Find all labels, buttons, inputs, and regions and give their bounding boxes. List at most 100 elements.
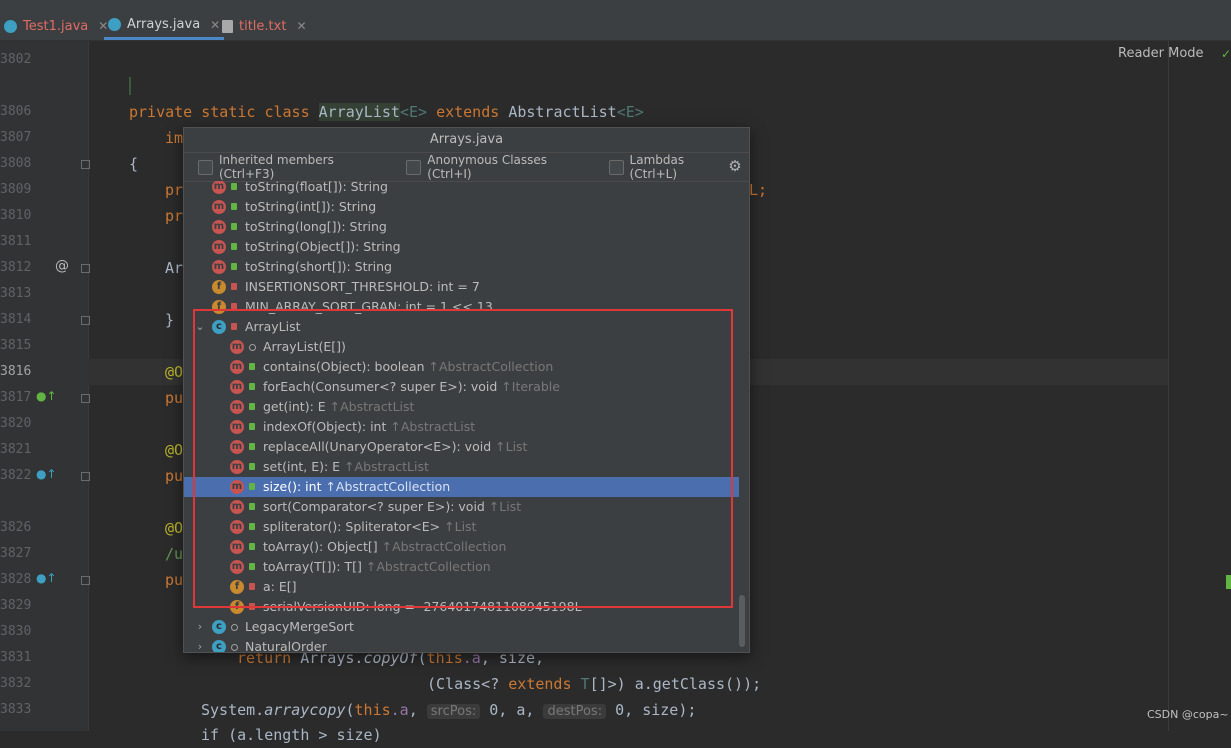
code-line-3833[interactable]: System.arraycopy(this.a, srcPos: 0, a, d… xyxy=(201,697,696,723)
fold-marker-icon[interactable] xyxy=(81,316,90,325)
public-access-icon xyxy=(249,403,255,410)
file-structure-popup[interactable]: Arrays.java Inherited members (Ctrl+F3) … xyxy=(183,127,750,653)
fold-marker-icon[interactable] xyxy=(81,160,90,169)
member-signature: ArrayList xyxy=(245,319,301,334)
method-icon: m xyxy=(230,540,244,554)
inherited-from: ↑AbstractCollection xyxy=(325,479,451,494)
inherited-from: ↑List xyxy=(488,499,522,514)
code-line-3827[interactable]: /u xyxy=(165,541,183,567)
code-token: ( xyxy=(345,701,355,719)
close-icon[interactable]: ✕ xyxy=(296,19,306,33)
tree-row[interactable]: m toString(short[]): String xyxy=(184,257,739,277)
tree-row[interactable]: m toString(int[]): String xyxy=(184,197,739,217)
tree-row[interactable]: m sort(Comparator<? super E>): void ↑List xyxy=(184,497,739,517)
reader-mode-button[interactable]: Reader Mode xyxy=(1118,46,1204,61)
member-signature: size(): int xyxy=(263,479,326,494)
tree-row[interactable]: f INSERTIONSORT_THRESHOLD: int = 7 xyxy=(184,277,739,297)
code-line-3809-tail[interactable]: L; xyxy=(749,177,767,203)
checkbox-box[interactable] xyxy=(406,159,422,175)
tab-test1-java[interactable]: Test1.java ✕ xyxy=(0,12,112,40)
tree-row[interactable]: f serialVersionUID: long = -2764017481108… xyxy=(184,597,739,617)
public-access-icon xyxy=(231,243,237,250)
tree-row[interactable]: m toString(Object[]): String xyxy=(184,237,739,257)
code-line-3806[interactable]: private static class ArrayList<E> extend… xyxy=(129,99,644,125)
code-line-3826[interactable]: @O xyxy=(165,515,183,541)
code-line-3816[interactable]: @O xyxy=(165,359,183,385)
line-number: 3812 xyxy=(0,260,32,275)
checkbox-label: Anonymous Classes (Ctrl+I) xyxy=(427,153,548,181)
tab-label: Test1.java xyxy=(23,18,89,34)
tree-row-label: toString(long[]): String xyxy=(245,217,387,237)
tree-row[interactable]: m get(int): E ↑AbstractList xyxy=(184,397,739,417)
code-line-3810[interactable]: pr xyxy=(165,203,183,229)
code-line-3821[interactable]: @O xyxy=(165,437,183,463)
public-access-icon xyxy=(231,223,237,230)
public-access-icon xyxy=(249,383,255,390)
tree-row[interactable]: m toArray(T[]): T[] ↑AbstractCollection xyxy=(184,557,739,577)
code-line-3812[interactable]: Ar xyxy=(165,255,183,281)
gear-icon[interactable]: ⚙ xyxy=(727,158,743,174)
tree-row[interactable]: ⌄ c ArrayList xyxy=(184,317,739,337)
annotation-at-icon[interactable]: @ xyxy=(55,258,69,274)
code-token: System. xyxy=(201,701,265,719)
tree-row[interactable]: m toArray(): Object[] ↑AbstractCollection xyxy=(184,537,739,557)
tree-row[interactable]: m size(): int ↑AbstractCollection xyxy=(184,477,739,497)
code-line-3832[interactable]: (Class<? extends T[]>) a.getClass()); xyxy=(427,671,761,697)
code-line-3834[interactable]: if (a.length > size) xyxy=(201,722,382,748)
fold-marker-icon[interactable] xyxy=(81,394,90,403)
chevron-right-icon[interactable]: › xyxy=(194,637,206,652)
chevron-down-icon[interactable]: ⌄ xyxy=(194,317,206,337)
inherited-from: ↑List xyxy=(444,519,477,534)
inherited-from: ↑AbstractList xyxy=(329,399,415,414)
tab-arrays-java[interactable]: Arrays.java ✕ xyxy=(104,12,225,40)
tree-row[interactable]: m indexOf(Object): int ↑AbstractList xyxy=(184,417,739,437)
public-access-icon xyxy=(249,543,255,550)
fold-marker-icon[interactable] xyxy=(81,472,90,481)
tree-row-label: sort(Comparator<? super E>): void ↑List xyxy=(263,497,521,517)
lambdas-checkbox[interactable]: Lambdas (Ctrl+L) xyxy=(608,153,735,181)
code-line-3808[interactable]: { xyxy=(129,151,138,177)
overrides-icon[interactable]: ●↑ xyxy=(36,467,57,481)
tree-row-label: ArrayList xyxy=(245,317,301,337)
scrollbar-thumb[interactable] xyxy=(739,595,745,647)
class-icon: c xyxy=(212,640,226,652)
code-line-3807[interactable]: im xyxy=(165,125,183,151)
implements-icon[interactable]: ●↑ xyxy=(36,389,57,403)
anonymous-classes-checkbox[interactable]: Anonymous Classes (Ctrl+I) xyxy=(406,153,594,181)
tree-row[interactable]: › c NaturalOrder xyxy=(184,637,739,652)
tree-row[interactable]: m set(int, E): E ↑AbstractList xyxy=(184,457,739,477)
inherited-members-checkbox[interactable]: Inherited members (Ctrl+F3) xyxy=(198,153,392,181)
caret-guide xyxy=(129,77,131,95)
tree-row[interactable]: m forEach(Consumer<? super E>): void ↑Ite… xyxy=(184,377,739,397)
package-access-icon xyxy=(231,644,238,651)
code-line-3828[interactable]: pu xyxy=(165,567,183,593)
code-line-3817[interactable]: pu xyxy=(165,385,183,411)
tree-row[interactable]: › c LegacyMergeSort xyxy=(184,617,739,637)
tree-row[interactable]: m toString(long[]): String xyxy=(184,217,739,237)
code-line-3809[interactable]: pr xyxy=(165,177,183,203)
method-icon: m xyxy=(212,240,226,254)
tree-row[interactable]: m contains(Object): boolean ↑AbstractColl… xyxy=(184,357,739,377)
code-line-3814[interactable]: } xyxy=(165,307,174,333)
code-token: AbstractList xyxy=(508,103,617,121)
tree-row[interactable]: m spliterator(): Spliterator<E> ↑List xyxy=(184,517,739,537)
structure-tree[interactable]: m toString(float[]): String m toString(int[… xyxy=(184,181,749,652)
checkbox-box[interactable] xyxy=(198,159,213,175)
chevron-right-icon[interactable]: › xyxy=(194,617,206,637)
tree-row[interactable]: f a: E[] xyxy=(184,577,739,597)
tree-row-label: forEach(Consumer<? super E>): void ↑Iter… xyxy=(263,377,560,397)
checkbox-box[interactable] xyxy=(608,159,624,175)
fold-marker-icon[interactable] xyxy=(81,576,90,585)
tree-row[interactable]: f MIN_ARRAY_SORT_GRAN: int = 1 << 13 xyxy=(184,297,739,317)
overrides-icon[interactable]: ●↑ xyxy=(36,571,57,585)
code-line-3822[interactable]: pu xyxy=(165,463,183,489)
fold-marker-icon[interactable] xyxy=(81,264,90,273)
tree-row-label: replaceAll(UnaryOperator<E>): void ↑List xyxy=(263,437,527,457)
inherited-from: ↑AbstractList xyxy=(390,419,476,434)
tree-row[interactable]: m toString(float[]): String xyxy=(184,181,739,197)
line-number: 3813 xyxy=(0,286,32,301)
tab-title-txt[interactable]: title.txt ✕ xyxy=(218,12,311,40)
tree-row[interactable]: m ArrayList(E[]) xyxy=(184,337,739,357)
field-icon: f xyxy=(230,600,244,614)
tree-row[interactable]: m replaceAll(UnaryOperator<E>): void ↑Lis… xyxy=(184,437,739,457)
